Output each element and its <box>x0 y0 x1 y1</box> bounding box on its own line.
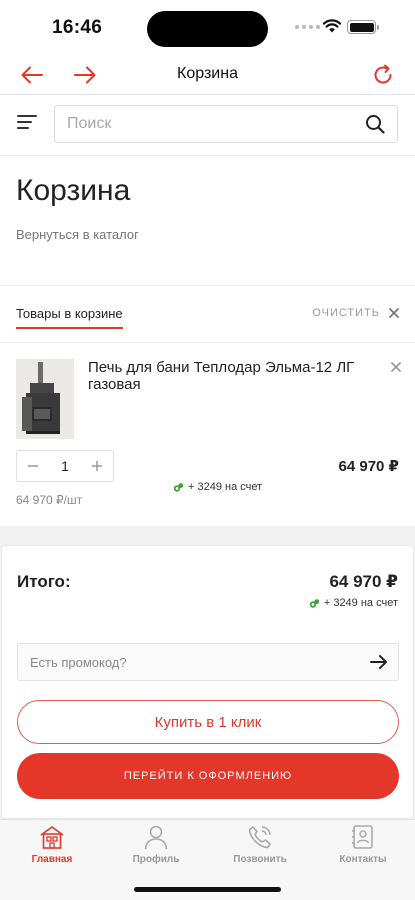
home-indicator <box>134 887 281 892</box>
browser-nav-bar: Корзина <box>0 54 415 95</box>
page-title: Корзина <box>16 174 131 207</box>
product-name[interactable]: Печь для бани Теплодар Эльма-12 ЛГ газов… <box>88 359 373 393</box>
close-icon <box>389 308 399 318</box>
dynamic-island <box>147 11 268 47</box>
minus-icon <box>28 465 38 467</box>
status-time: 16:46 <box>52 17 103 38</box>
decrease-quantity-button[interactable] <box>17 451 49 481</box>
tab-cart-items[interactable]: Товары в корзине <box>16 306 123 329</box>
product-image[interactable] <box>16 359 74 439</box>
cart-tabs: Товары в корзине ОЧИСТИТЬ <box>0 286 415 343</box>
increase-quantity-button[interactable] <box>81 451 113 481</box>
home-icon <box>40 826 64 849</box>
profile-icon <box>144 825 168 850</box>
item-bonus-text: + 3249 на счет <box>188 481 263 493</box>
total-label: Итого: <box>17 572 71 591</box>
promo-code-input[interactable] <box>18 644 348 680</box>
site-header <box>0 95 415 156</box>
tab-profile[interactable]: Профиль <box>104 824 208 865</box>
tab-contacts-label: Контакты <box>339 854 387 865</box>
bottom-tab-bar: Главная Профиль Позвонить Контакты <box>0 819 415 900</box>
order-summary: Итого: 64 970 ₽ + 3249 на счет Купить в … <box>1 545 414 819</box>
status-bar: 16:46 <box>0 0 415 54</box>
search-input[interactable] <box>55 106 345 142</box>
arrow-right-icon[interactable] <box>370 653 388 671</box>
plus-icon <box>92 461 102 471</box>
clear-cart-button[interactable]: ОЧИСТИТЬ <box>312 307 399 319</box>
cart-item: Печь для бани Теплодар Эльма-12 ЛГ газов… <box>0 343 415 526</box>
quantity-stepper: 1 <box>16 450 114 482</box>
checkout-button[interactable]: ПЕРЕЙТИ К ОФОРМЛЕНИЮ <box>17 753 399 799</box>
item-bonus: + 3249 на счет <box>173 481 262 493</box>
tab-call-label: Позвонить <box>233 854 287 865</box>
menu-icon[interactable] <box>17 115 37 133</box>
wifi-icon <box>323 19 341 33</box>
contacts-icon <box>352 825 373 849</box>
quantity-value[interactable]: 1 <box>49 458 81 474</box>
search-box <box>54 105 398 143</box>
total-bonus-text: + 3249 на счет <box>323 597 398 609</box>
reload-icon <box>374 64 392 84</box>
buy-one-click-button[interactable]: Купить в 1 клик <box>17 700 399 744</box>
total-value: 64 970 ₽ <box>329 572 398 591</box>
tab-home[interactable]: Главная <box>0 824 104 865</box>
tab-home-label: Главная <box>31 854 73 865</box>
phone-icon <box>248 826 271 849</box>
bonus-icon <box>173 482 184 492</box>
battery-icon <box>347 20 379 34</box>
page-title-block: Корзина Вернуться в каталог <box>0 156 415 286</box>
back-to-catalog-link[interactable]: Вернуться в каталог <box>16 227 139 242</box>
total-bonus: + 3249 на счет <box>309 597 398 609</box>
unit-price: 64 970 ₽/шт <box>16 493 83 507</box>
promo-code-box <box>17 643 399 681</box>
tab-call[interactable]: Позвонить <box>208 824 312 865</box>
reload-button[interactable] <box>370 62 396 88</box>
browser-title: Корзина <box>177 65 238 82</box>
tab-profile-label: Профиль <box>132 854 180 865</box>
remove-item-icon[interactable] <box>391 362 401 372</box>
bonus-icon <box>309 598 320 608</box>
clear-cart-label: ОЧИСТИТЬ <box>312 307 380 319</box>
signal-icon <box>295 25 320 29</box>
item-price: 64 970 ₽ <box>338 458 399 475</box>
search-icon[interactable] <box>365 114 385 134</box>
tab-contacts[interactable]: Контакты <box>311 824 415 865</box>
